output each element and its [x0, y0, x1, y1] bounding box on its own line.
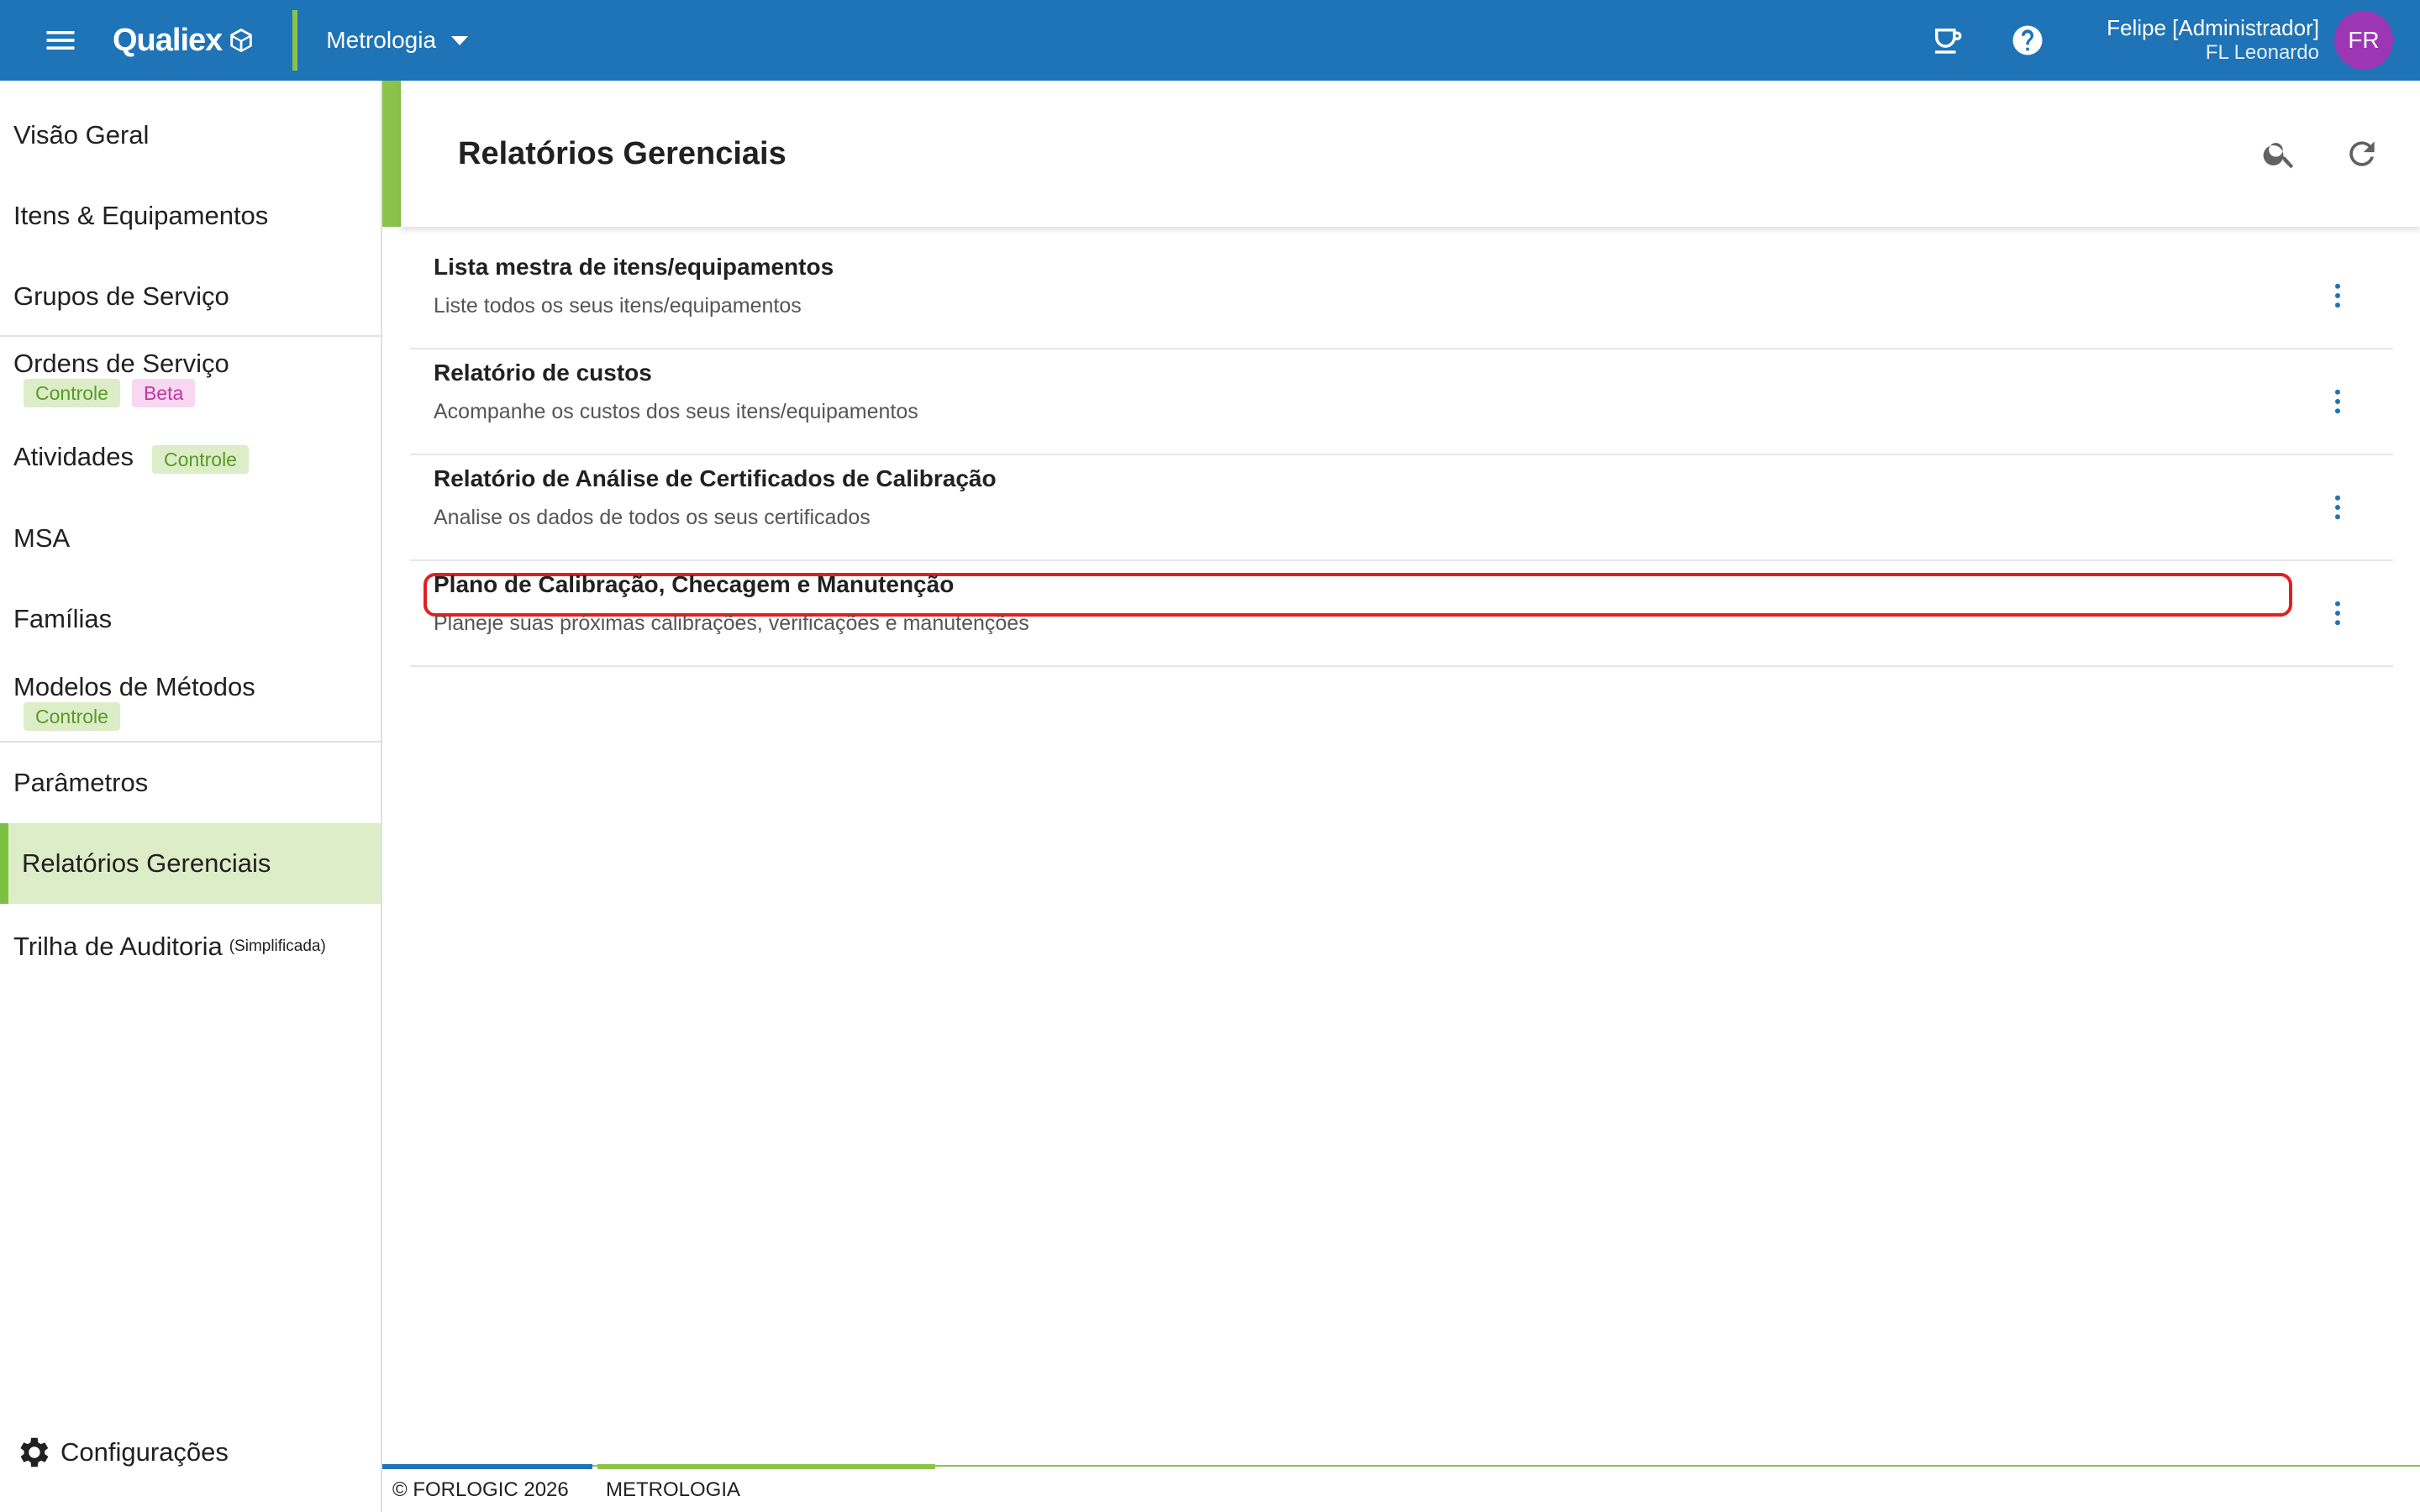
module-name: Metrologia — [326, 27, 437, 53]
module-selector[interactable]: Metrologia — [326, 27, 469, 54]
sidebar-item-label: Famílias — [13, 604, 113, 633]
footer: © FORLOGIC 2026 METROLOGIA — [382, 1464, 2420, 1512]
more-vertical-icon — [2335, 601, 2340, 626]
main-header-accent — [382, 81, 401, 227]
sidebar-divider — [0, 741, 381, 743]
sidebar-item-atividades[interactable]: Atividades Controle — [0, 433, 381, 480]
sidebar-item-relatorios-gerenciais[interactable]: Relatórios Gerenciais — [0, 823, 381, 904]
sidebar-item-label: Relatórios Gerenciais — [22, 848, 271, 878]
coffee-cup-button[interactable] — [1920, 13, 1974, 67]
footer-green-accent — [597, 1464, 935, 1469]
more-vertical-icon — [2335, 495, 2340, 520]
settings-link[interactable]: Configurações — [13, 1433, 229, 1472]
controle-badge: Controle — [24, 379, 120, 407]
report-description: Liste todos os seus itens/equipamentos — [434, 294, 802, 318]
qualiex-logo[interactable]: Qualiex — [113, 23, 255, 59]
footer-module: METROLOGIA — [606, 1478, 741, 1501]
hamburger-menu-button[interactable] — [20, 0, 101, 81]
beta-badge: Beta — [131, 379, 196, 407]
top-bar: Qualiex Metrologia Felipe [Administrador… — [0, 0, 2420, 81]
more-vertical-icon — [2335, 389, 2340, 414]
sidebar-divider — [0, 335, 381, 337]
sidebar-item-label: Grupos de Serviço — [13, 281, 229, 311]
refresh-button[interactable] — [2333, 124, 2391, 183]
search-icon — [2263, 143, 2294, 169]
footer-blue-accent — [382, 1464, 592, 1469]
sidebar-item-ordens-de-servico[interactable]: Ordens de Serviço Controle Beta — [0, 343, 381, 413]
report-title: Relatório de custos — [434, 360, 652, 386]
header-actions — [2250, 124, 2391, 183]
user-info[interactable]: Felipe [Administrador] FL Leonardo — [2107, 15, 2319, 66]
sidebar: Visão Geral Itens & Equipamentos Grupos … — [0, 81, 382, 1512]
footer-copyright: © FORLOGIC 2026 — [392, 1478, 569, 1501]
settings-label: Configurações — [60, 1437, 229, 1467]
sidebar-item-label: Modelos de Métodos — [13, 672, 255, 701]
report-row-custos[interactable]: Relatório de custos Acompanhe os custos … — [410, 349, 2393, 455]
report-title: Plano de Calibração, Checagem e Manutenç… — [434, 571, 955, 597]
coffee-cup-icon — [1935, 29, 1962, 54]
user-name: Felipe [Administrador] — [2107, 15, 2319, 40]
sidebar-item-label: Visão Geral — [13, 120, 150, 150]
simplificada-note: (Simplificada) — [229, 937, 326, 955]
menu-icon — [46, 31, 75, 50]
sidebar-item-modelos-de-metodos[interactable]: Modelos de Métodos Controle — [0, 666, 381, 737]
sidebar-item-trilha-de-auditoria[interactable]: Trilha de Auditoria (Simplificada) — [0, 926, 381, 968]
report-description: Analise os dados de todos os seus certif… — [434, 506, 871, 529]
sidebar-item-familias[interactable]: Famílias — [0, 598, 381, 640]
report-row-plano-calibracao[interactable]: Plano de Calibração, Checagem e Manutenç… — [410, 561, 2393, 667]
report-row-analise-certificados[interactable]: Relatório de Análise de Certificados de … — [410, 455, 2393, 561]
sidebar-item-label: MSA — [13, 523, 71, 553]
refresh-icon — [2349, 141, 2375, 166]
sidebar-item-label: Trilha de Auditoria — [13, 932, 223, 961]
report-description: Acompanhe os custos dos seus itens/equip… — [434, 400, 918, 423]
sidebar-item-msa[interactable]: MSA — [0, 517, 381, 559]
topbar-right: Felipe [Administrador] FL Leonardo FR — [1920, 0, 2420, 81]
report-options-button[interactable] — [2319, 482, 2356, 533]
report-title: Relatório de Análise de Certificados de … — [434, 465, 997, 491]
gear-icon — [20, 1437, 49, 1467]
main-header: Relatórios Gerenciais — [401, 81, 2420, 227]
report-row-lista-mestra[interactable]: Lista mestra de itens/equipamentos Liste… — [410, 244, 2393, 349]
report-options-button[interactable] — [2319, 588, 2356, 638]
report-description: Planeje suas próximas calibrações, verif… — [434, 612, 1029, 635]
controle-badge: Controle — [152, 445, 249, 474]
cube-logo-icon — [230, 28, 253, 53]
report-options-button[interactable] — [2319, 376, 2356, 427]
topbar-divider — [292, 10, 298, 71]
user-organization: FL Leonardo — [2205, 41, 2319, 64]
logo-text: Qualiex — [113, 22, 223, 58]
sidebar-item-label: Parâmetros — [13, 768, 149, 797]
sidebar-item-grupos-de-servico[interactable]: Grupos de Serviço — [0, 276, 381, 318]
search-button[interactable] — [2250, 124, 2309, 183]
user-avatar[interactable]: FR — [2334, 11, 2393, 70]
controle-badge: Controle — [24, 702, 120, 731]
help-circle-icon — [2012, 25, 2043, 55]
page-title: Relatórios Gerenciais — [458, 135, 786, 171]
more-vertical-icon — [2335, 283, 2340, 308]
report-options-button[interactable] — [2319, 270, 2356, 321]
sidebar-item-label: Itens & Equipamentos — [13, 201, 269, 230]
sidebar-item-label: Ordens de Serviço — [13, 349, 229, 378]
caret-down-icon — [451, 35, 469, 45]
sidebar-item-label: Atividades — [13, 442, 134, 471]
help-button[interactable] — [2001, 13, 2054, 67]
sidebar-item-visao-geral[interactable]: Visão Geral — [0, 114, 381, 156]
report-list: Lista mestra de itens/equipamentos Liste… — [410, 244, 2393, 667]
sidebar-item-parametros[interactable]: Parâmetros — [0, 762, 381, 804]
sidebar-item-itens-equipamentos[interactable]: Itens & Equipamentos — [0, 195, 381, 237]
report-title: Lista mestra de itens/equipamentos — [434, 254, 834, 280]
